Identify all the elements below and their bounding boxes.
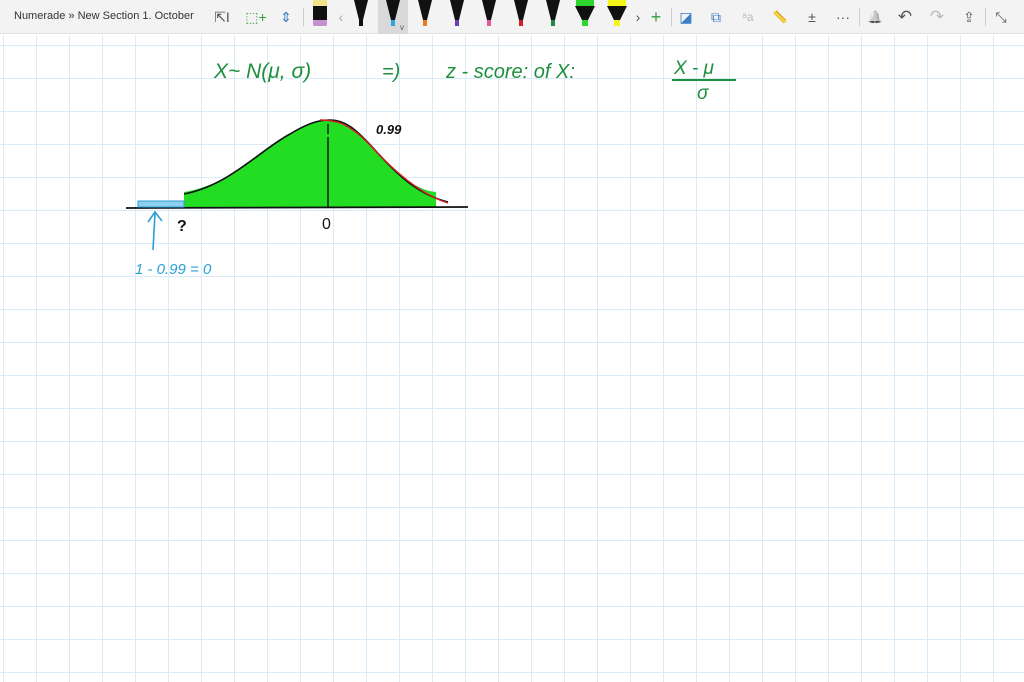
green-pen-icon	[546, 0, 560, 26]
ink-to-shape-icon[interactable]: ◪	[672, 0, 700, 34]
math-icon[interactable]: ±	[798, 0, 826, 34]
red-pen-icon	[514, 0, 528, 26]
orange-pen[interactable]	[410, 0, 440, 34]
add-pen-button[interactable]: +	[642, 0, 670, 34]
green-pen[interactable]	[538, 0, 568, 34]
purple-pen-icon	[450, 0, 464, 26]
share-icon[interactable]: ⇪	[955, 0, 983, 34]
unknown-z-label: ?	[177, 218, 187, 235]
note-canvas[interactable]: X~ N(μ, σ) =) z - score: of X: X - μ σ 0…	[0, 35, 1024, 682]
green-highlighter[interactable]	[570, 0, 600, 34]
notifications-icon[interactable]: 🔔	[861, 0, 889, 34]
area-label: 0.99	[376, 122, 402, 137]
z-score-text: z - score: of X:	[445, 61, 575, 83]
undo-icon[interactable]: ↶	[891, 0, 919, 34]
pink-pen[interactable]	[474, 0, 504, 34]
fraction-denominator: σ	[697, 83, 710, 104]
zero-label: 0	[322, 216, 331, 233]
collapse-icon[interactable]: ⤡	[987, 0, 1015, 34]
distribution-notation: X~ N(μ, σ)	[213, 60, 311, 83]
more-icon[interactable]: ···	[829, 0, 857, 34]
pink-pen-icon	[482, 0, 496, 26]
scroll-pens-left-button[interactable]: ‹	[327, 0, 355, 34]
ruler-icon[interactable]: 📏	[766, 0, 794, 34]
red-pen[interactable]	[506, 0, 536, 34]
tail-calculation: 1 - 0.99 = 0	[135, 261, 212, 278]
svg-text:v: v	[400, 23, 404, 32]
implies-arrow: =)	[382, 61, 400, 83]
tail-area	[137, 200, 185, 208]
add-space-icon[interactable]: ⇕	[272, 0, 300, 34]
blue-pen-icon: v	[386, 0, 404, 32]
type-select-icon[interactable]: ⇱I	[208, 0, 236, 34]
toolbar: Numerade » New Section 1. October ⇱I ⬚+ …	[0, 0, 1024, 34]
orange-pen-icon	[418, 0, 432, 26]
ink-drawing: X~ N(μ, σ) =) z - score: of X: X - μ σ 0…	[125, 58, 736, 278]
breadcrumb[interactable]: Numerade » New Section 1. October	[14, 10, 194, 22]
lasso-select-icon[interactable]: ⬚+	[242, 0, 270, 34]
tail-arrow	[147, 210, 163, 251]
ink-to-math-icon[interactable]: ᵃa	[734, 0, 762, 34]
redo-icon[interactable]: ↷	[923, 0, 951, 34]
fraction-numerator: X - μ	[673, 58, 715, 79]
purple-pen[interactable]	[442, 0, 472, 34]
green-highlighter-icon	[575, 0, 595, 26]
blue-pen[interactable]: v	[378, 0, 408, 34]
ink-to-text-icon[interactable]: ⧉	[702, 0, 730, 34]
